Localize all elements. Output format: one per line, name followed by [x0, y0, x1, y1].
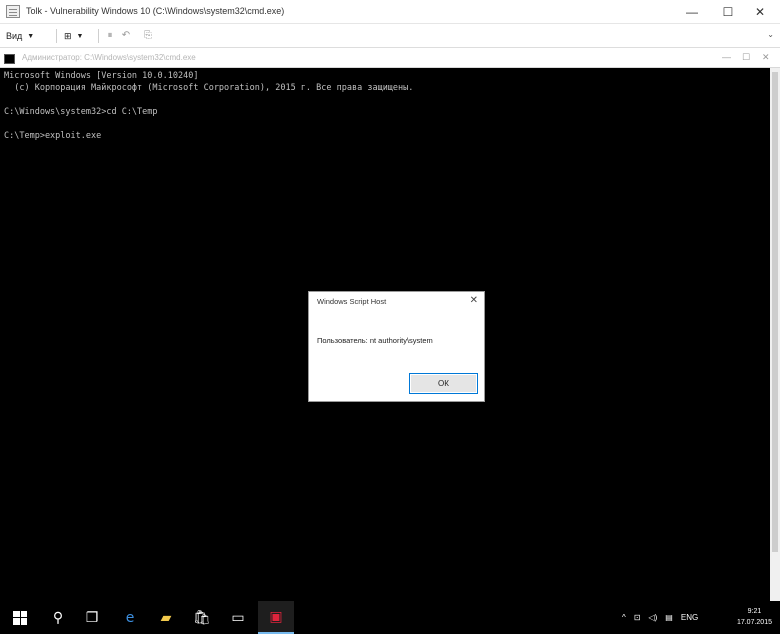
edge-browser-icon: e	[125, 609, 135, 626]
app-icon	[6, 5, 20, 18]
console-title: Администратор: C:\Windows\system32\cmd.e…	[22, 53, 196, 62]
dialog-title: Windows Script Host	[317, 297, 387, 306]
language-indicator[interactable]: ENG	[681, 613, 698, 622]
chevron-down-icon: ▼	[76, 32, 84, 40]
network-icon[interactable]: ⊡	[634, 613, 641, 622]
maximize-button[interactable]: ☐	[712, 0, 744, 24]
view-menu-button[interactable]: Вид ▼	[6, 28, 34, 44]
console-maximize-button[interactable]: ☐	[742, 52, 750, 63]
console-close-button[interactable]: ✕	[762, 52, 770, 63]
clock-time: 9:21	[747, 608, 762, 615]
toolbar-divider	[56, 29, 57, 43]
console-icon	[4, 54, 15, 64]
console-line: Microsoft Windows [Version 10.0.10240]	[4, 71, 199, 81]
pause-icon[interactable]: ⏸	[104, 30, 116, 42]
console-line: C:\Windows\system32>cd C:\Temp	[4, 107, 158, 117]
ok-button[interactable]: ОК	[409, 373, 478, 394]
minimize-button[interactable]: —	[676, 0, 708, 24]
clock[interactable]: 9:21 17.07.2015	[737, 606, 772, 628]
start-button[interactable]	[2, 601, 38, 634]
console-line: (c) Корпорация Майкрософт (Microsoft Cor…	[4, 83, 414, 93]
undo-icon[interactable]: ↶	[120, 30, 132, 42]
close-button[interactable]: ✕	[744, 0, 776, 24]
zoom-menu-button[interactable]: ⊞ ▼	[64, 28, 83, 44]
task-view-button[interactable]: ❐	[74, 601, 110, 634]
clock-date: 17.07.2015	[736, 619, 772, 626]
taskbar-app-edge[interactable]: e	[112, 601, 148, 634]
console-scrollbar[interactable]	[770, 68, 780, 601]
search-icon: ⚲	[52, 609, 64, 626]
volume-icon[interactable]: ◁)	[648, 613, 657, 622]
cortana-button[interactable]: ⚲	[40, 601, 76, 634]
toolbar: Вид ▼ ⊞ ▼ ⏸ ↶ ⎘ ⌄	[0, 24, 780, 48]
system-tray: ^ ⊡ ◁) ▤ ENG	[622, 601, 698, 634]
tray-expand-icon[interactable]: ^	[622, 613, 626, 622]
window-title: Tolk - Vulnerability Windows 10 (C:\Wind…	[26, 6, 285, 16]
chevron-down-icon: ▼	[27, 32, 35, 40]
dialog-message: Пользователь: nt authority\system	[317, 336, 433, 345]
zoom-icon: ⊞	[64, 30, 72, 41]
taskbar-app-explorer[interactable]: ▰	[148, 601, 184, 634]
console-title-bar: Администратор: C:\Windows\system32\cmd.e…	[0, 50, 780, 68]
screenshot-icon[interactable]: ⎘	[142, 30, 154, 42]
terminal-icon: ▭	[231, 609, 245, 626]
folder-icon: ▰	[160, 609, 172, 626]
message-dialog: Windows Script Host ✕ Пользователь: nt a…	[308, 291, 485, 402]
console-minimize-button[interactable]: —	[722, 52, 731, 62]
toolbar-divider	[98, 29, 99, 43]
windows-logo-icon	[13, 610, 27, 625]
task-view-icon: ❐	[85, 609, 99, 626]
taskbar-app-store[interactable]: 🛍	[184, 601, 220, 634]
window-title-bar: Tolk - Vulnerability Windows 10 (C:\Wind…	[0, 0, 780, 24]
notifications-icon[interactable]: ▤	[665, 613, 673, 622]
dialog-close-button[interactable]: ✕	[470, 295, 478, 306]
taskbar: ⚲ ❐ e ▰ 🛍 ▭ ▣ ^ ⊡ ◁) ▤ ENG 9:21 17.07.20…	[0, 601, 780, 634]
scrollbar-thumb[interactable]	[772, 72, 778, 552]
taskbar-app-active[interactable]: ▣	[258, 601, 294, 634]
view-menu-label: Вид	[6, 31, 23, 41]
expand-toolbar-icon[interactable]: ⌄	[767, 30, 774, 39]
taskbar-app-cmd[interactable]: ▭	[220, 601, 256, 634]
console-line: C:\Temp>exploit.exe	[4, 131, 102, 141]
remote-app-icon: ▣	[269, 608, 283, 625]
store-icon: 🛍	[193, 609, 211, 626]
